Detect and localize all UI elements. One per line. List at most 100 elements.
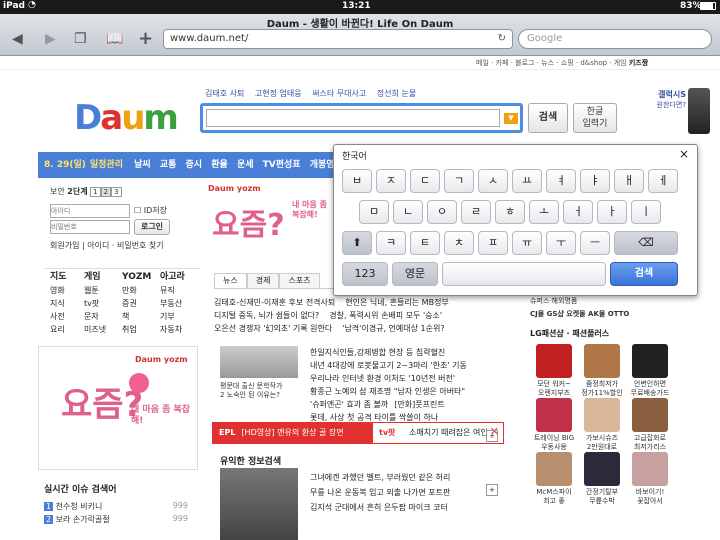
menu-item[interactable]: 뮤직 [160, 284, 200, 297]
util-link[interactable]: 게임 [614, 59, 627, 67]
nav-schedule[interactable]: 일정관리 [90, 160, 123, 170]
level-1[interactable]: 1 [90, 187, 101, 197]
search-key[interactable]: 검색 [610, 262, 678, 286]
video-banner[interactable]: EPL [HD영상] 맨유의 환상 골 장면 tv팟 소매치기 때려잡은 여인 ✕ [212, 422, 504, 444]
shopping-top[interactable]: 슈퍼스·해외명품 [530, 296, 700, 306]
key[interactable]: ㅜ [546, 231, 576, 255]
key[interactable]: ㅗ [529, 200, 559, 224]
password-field[interactable] [50, 220, 130, 234]
key[interactable]: ㅅ [478, 169, 508, 193]
key[interactable]: ㄴ [393, 200, 423, 224]
keyboard-close-icon[interactable]: × [679, 147, 689, 161]
hot-keyword[interactable]: 고현정 엄태웅 [255, 89, 302, 98]
news-item[interactable]: 황종근 노예의 삼 재조명 "남자 인생은 아버타" [310, 385, 515, 398]
main-search-box[interactable]: ▼ [200, 103, 523, 133]
numbers-key[interactable]: 123 [342, 262, 388, 286]
search-button[interactable]: 검색 [528, 103, 568, 133]
shop-item[interactable]: 모던 워커~ 오렌지부츠 [532, 344, 576, 398]
add-icon[interactable]: + [486, 430, 498, 442]
nav-item[interactable]: 환율 [211, 160, 228, 170]
shop-item[interactable]: 줌정최저가 정가11%할인 [580, 344, 624, 398]
key[interactable]: ㅔ [648, 169, 678, 193]
key[interactable]: ㅛ [512, 169, 542, 193]
menu-item[interactable]: 사전 [50, 310, 86, 323]
key[interactable]: ㅕ [546, 169, 576, 193]
menu-item[interactable]: 기부 [160, 310, 200, 323]
hot-keyword[interactable]: 김태호 사퇴 [205, 89, 244, 98]
nav-item[interactable]: 날씨 [134, 160, 151, 170]
menu-item[interactable]: 문자 [84, 310, 120, 323]
hot-keyword[interactable]: 써스타 무대사고 [312, 89, 366, 98]
menu-item[interactable]: 영화 [50, 284, 86, 297]
galaxy-ad[interactable]: 갤럭시S 원한다면? [626, 90, 686, 110]
menu-item[interactable]: 자동차 [160, 323, 200, 336]
news-photo[interactable] [220, 346, 298, 378]
dropdown-arrow-icon[interactable]: ▼ [504, 113, 518, 124]
useful-photo[interactable] [220, 468, 298, 540]
headline[interactable]: 디지털 중독, 뇌가 쉼들이 없다? 경찰, 폭력시위 손배피 모두 '승소' [214, 309, 514, 322]
space-key[interactable] [442, 262, 606, 286]
bookmarks-icon[interactable]: 📖 [106, 30, 123, 48]
key[interactable]: ㄹ [461, 200, 491, 224]
news-item[interactable]: 내년 4대강에 로봇물고기 2~3마리 '한조' 기동 [310, 359, 515, 372]
news-item[interactable]: 한일지식인들,강제병합 현장 등 침략혈진 [310, 346, 515, 359]
key[interactable]: ㅣ [631, 200, 661, 224]
id-field[interactable] [50, 204, 130, 218]
shop-item[interactable]: 트레이닝 BIG 우동사용 [532, 398, 576, 452]
tab-news[interactable]: 뉴스 [214, 273, 247, 288]
news-photo-caption[interactable]: 평문대 출신 문학작가 2 노숙인 된 이유는? [220, 382, 310, 400]
level-3[interactable]: 3 [111, 187, 122, 197]
shop-item[interactable]: 언변인하면 무료배송가드 [628, 344, 672, 398]
key[interactable]: ㄱ [444, 169, 474, 193]
menu-item[interactable]: 미즈넷 [84, 323, 120, 336]
key[interactable]: ㅓ [563, 200, 593, 224]
menu-item[interactable]: 지도 [50, 271, 86, 284]
forward-arrow-icon[interactable]: ▶ [45, 30, 56, 48]
add-icon[interactable]: + [486, 484, 498, 496]
language-key[interactable]: 영문 [392, 262, 438, 286]
menu-item[interactable]: 게임 [84, 271, 120, 284]
menu-item[interactable]: 아고라 [160, 271, 200, 284]
nav-item[interactable]: TV편성표 [263, 160, 301, 170]
shift-key-icon[interactable]: ⬆ [342, 231, 372, 255]
realtime-row[interactable]: 2 보라 손가락골절 999 [44, 514, 194, 527]
nav-item[interactable]: 운세 [237, 160, 254, 170]
key[interactable]: ㅍ [478, 231, 508, 255]
tab-sports[interactable]: 스포츠 [279, 273, 320, 288]
key[interactable]: ㅋ [376, 231, 406, 255]
menu-item[interactable]: 증권 [122, 297, 158, 310]
util-link[interactable]: 뉴스 [541, 59, 554, 67]
level-2[interactable]: 2 [100, 187, 112, 197]
find-password-link[interactable]: 비밀번호 찾기 [117, 241, 164, 250]
back-arrow-icon[interactable]: ◀ [12, 30, 23, 48]
login-button[interactable]: 로그인 [134, 219, 170, 235]
shop-item[interactable]: 간정기탈부 무릎수박 [580, 452, 624, 506]
news-item[interactable]: '슈퍼엔곤' 효과 좀 볼까 [만화]풋프린트 [310, 398, 515, 411]
useful-item[interactable]: 무릎 나온 운동복 입고 외출 나가면 포트판 [310, 485, 510, 500]
main-search-input[interactable] [206, 109, 500, 127]
daum-logo[interactable]: Daum [74, 98, 179, 138]
key[interactable]: ㅏ [597, 200, 627, 224]
menu-item[interactable]: 부동산 [160, 297, 200, 310]
url-field[interactable]: www.daum.net/ ↻ [163, 29, 513, 49]
key[interactable]: ㅌ [410, 231, 440, 255]
key[interactable]: ㅈ [376, 169, 406, 193]
tab-economy[interactable]: 경제 [246, 273, 280, 288]
util-link[interactable]: 메일 [476, 59, 489, 67]
realtime-row[interactable]: 1 천수청 비키니 999 [44, 501, 194, 514]
key[interactable]: ㅁ [359, 200, 389, 224]
shop-item[interactable]: 고급잡화로 최저가리스 [628, 398, 672, 452]
util-link[interactable]: 카페 [496, 59, 509, 67]
shop-item[interactable]: McM스파이 최고 좋 [532, 452, 576, 506]
find-id-link[interactable]: 아이디 [87, 241, 109, 250]
id-save-checkbox[interactable]: ☐ ID저장 [134, 205, 167, 216]
key[interactable]: ㅑ [580, 169, 610, 193]
headline[interactable]: 오은선 경쟁자 '幻의초' 기록 원한다 '남격'이경규, 언예대상 1순위? [214, 322, 514, 335]
menu-item[interactable]: YOZM [122, 271, 158, 284]
yozm-ad-left[interactable]: Daum yozm 요즘? 내 마음 좀 복잡해! [38, 346, 198, 470]
shop-item[interactable]: 가보시슈즈 2만원대로 [580, 398, 624, 452]
useful-item[interactable]: 그녀에겐 과했던 벨트, 부러웠던 같은 허리 [310, 470, 510, 485]
util-link[interactable]: 키즈짱 [629, 59, 648, 67]
menu-item[interactable]: 요리 [50, 323, 86, 336]
shopping-ad-line[interactable]: CJ몰 GS샵 요켓몰 AK몰 OTTO [530, 309, 700, 319]
